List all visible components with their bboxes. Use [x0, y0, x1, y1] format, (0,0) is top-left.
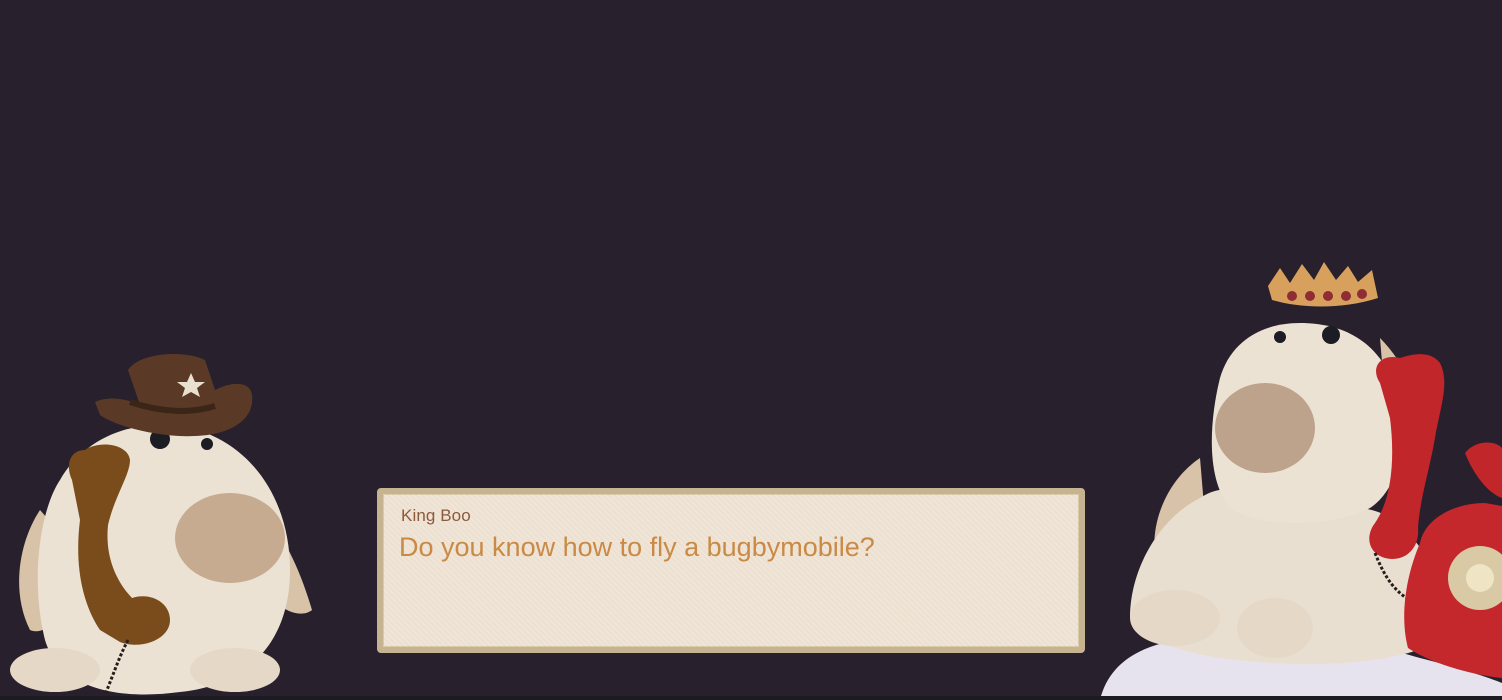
king-plush-character [1100, 262, 1502, 700]
crown-jewel [1341, 291, 1351, 301]
crown-icon [1268, 262, 1378, 307]
game-scene: King Boo Do you know how to fly a bugbym… [0, 0, 1502, 700]
speaker-name: King Boo [401, 506, 471, 525]
left-eye [1274, 331, 1286, 343]
brown-spot [175, 493, 285, 583]
crown-jewel [1305, 291, 1315, 301]
right-foot [1237, 598, 1313, 658]
crown-jewel [1357, 289, 1367, 299]
bottom-strip [0, 696, 1502, 700]
brown-spot [1215, 383, 1315, 473]
rotary-dial-center [1466, 564, 1494, 592]
right-eye [201, 438, 213, 450]
dialogue-box[interactable]: King Boo Do you know how to fly a bugbym… [377, 488, 1085, 653]
cowboy-plush-character [10, 354, 312, 696]
crown-jewel [1287, 291, 1297, 301]
phone-cradle-icon [1465, 442, 1502, 498]
cowboy-hat [95, 354, 253, 437]
left-foot [10, 648, 100, 692]
crown-jewel [1323, 291, 1333, 301]
right-eye [1322, 326, 1340, 344]
left-foot [1130, 590, 1220, 646]
right-foot [190, 648, 280, 692]
dialogue-text: Do you know how to fly a bugbymobile? [399, 532, 875, 562]
